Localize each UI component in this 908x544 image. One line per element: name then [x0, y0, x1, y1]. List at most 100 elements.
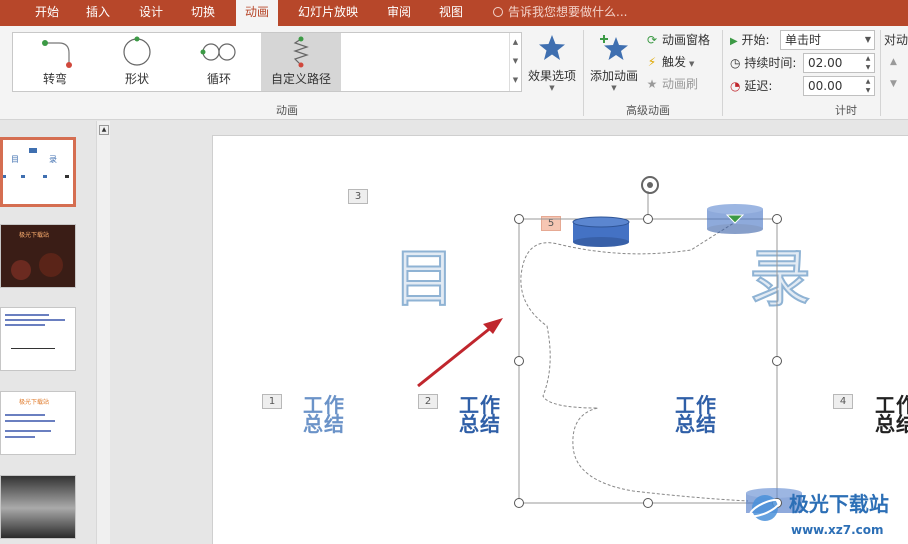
- rotate-handle-icon: [641, 176, 659, 194]
- resize-handle[interactable]: [514, 356, 524, 366]
- animation-painter-button[interactable]: ★ 动画刷: [644, 74, 698, 94]
- group-label-animation: 动画: [276, 104, 298, 117]
- slide-canvas[interactable]: 3 5 1 2 4 目 录 工作 总结 工作 总结 工作 总结 工作 总结: [212, 135, 908, 544]
- effect-options-label: 效果选项: [527, 69, 576, 83]
- duration-row: ◷ 持续时间:: [730, 52, 796, 74]
- resize-handle[interactable]: [643, 498, 653, 508]
- gallery-label: 循环: [206, 72, 231, 86]
- tab-slideshow[interactable]: 幻灯片放映: [289, 0, 367, 26]
- slide-thumbnail-5[interactable]: [0, 475, 76, 539]
- delay-value: 00.00: [808, 79, 843, 93]
- group-separator: [722, 30, 723, 116]
- start-label: 开始:: [741, 33, 770, 47]
- scroll-down-icon[interactable]: ▼: [510, 52, 521, 71]
- custom-path-icon: [293, 36, 309, 68]
- spin-arrows-icon[interactable]: ▲ ▼: [863, 77, 873, 95]
- resize-handle[interactable]: [514, 214, 524, 224]
- gallery-label: 形状: [124, 72, 149, 86]
- duration-value: 02.00: [808, 56, 843, 70]
- reorder-label: 对动: [884, 33, 908, 47]
- watermark-logo-icon: [749, 494, 781, 521]
- tab-transitions[interactable]: 切换: [182, 0, 224, 26]
- lightning-icon: ⚡: [647, 55, 657, 69]
- thumbnail-scrollbar[interactable]: ▲: [96, 121, 110, 544]
- group-label-advanced: 高级动画: [626, 104, 670, 117]
- group-label-timing: 计时: [835, 104, 857, 117]
- duration-stepper[interactable]: 02.00 ▲ ▼: [803, 53, 875, 73]
- thumbnail-preview: [5, 314, 65, 349]
- thumbnail-preview: 极光下载站: [1, 225, 75, 287]
- move-later-icon[interactable]: ▼: [890, 74, 897, 94]
- star-icon: [539, 35, 565, 60]
- svg-text:极光下载站: 极光下载站: [19, 398, 49, 406]
- tab-review[interactable]: 审阅: [378, 0, 420, 26]
- cylinder-start-icon: [572, 216, 630, 247]
- dropdown-arrow-icon: ▼: [549, 84, 555, 92]
- start-row: ▶ 开始:: [730, 29, 770, 51]
- spin-arrows-icon[interactable]: ▲ ▼: [863, 54, 873, 72]
- gallery-item-shape[interactable]: 形状: [97, 33, 177, 91]
- group-separator: [583, 30, 584, 116]
- slide-thumbnail-4[interactable]: 极光下载站: [0, 391, 76, 455]
- gallery-scrollbar[interactable]: ▲ ▼ ▼: [509, 33, 521, 91]
- more-icon[interactable]: ▼: [510, 71, 521, 90]
- animation-pane-button[interactable]: ⟳ 动画窗格: [644, 30, 710, 50]
- motion-path: [520, 220, 749, 502]
- dropdown-arrow-icon: ▼: [689, 60, 695, 68]
- effect-options-button[interactable]: 效果选项 ▼: [526, 30, 578, 92]
- resize-handle[interactable]: [643, 214, 653, 224]
- tab-home[interactable]: 开始: [26, 0, 68, 26]
- scroll-up-icon[interactable]: ▲: [99, 125, 109, 135]
- selection-box: [518, 218, 778, 504]
- ribbon: 转弯 形状 循环 自定义路径 ▲ ▼ ▼ 效果选项 ▼ 动画 添加动画 ▼ ⟳ …: [0, 26, 908, 120]
- delay-clock-icon: ◔: [730, 79, 741, 93]
- add-star-icon: [600, 35, 628, 60]
- painter-star-icon: ★: [646, 77, 658, 91]
- delay-stepper[interactable]: 00.00 ▲ ▼: [803, 76, 875, 96]
- animation-pane-icon: ⟳: [646, 33, 658, 47]
- group-separator: [880, 30, 881, 116]
- path-loop-icon: [200, 43, 236, 61]
- add-animation-label: 添加动画: [589, 69, 638, 83]
- slide-thumbnail-panel: 目 录 极光下载站 极光下载站: [0, 121, 96, 544]
- slide-thumbnail-1[interactable]: 目 录: [0, 137, 76, 207]
- slide-thumbnail-3[interactable]: [0, 307, 76, 371]
- path-shape-circle-icon: [123, 36, 151, 66]
- ribbon-tab-bar: 开始 插入 设计 切换 动画 幻灯片放映 审阅 视图 告诉我您想要做什么...: [0, 0, 908, 27]
- resize-handle[interactable]: [772, 356, 782, 366]
- duration-label: 持续时间:: [744, 56, 797, 70]
- tab-animations[interactable]: 动画: [236, 0, 279, 27]
- thumbnail-preview: 极光下载站: [5, 398, 55, 438]
- animation-pane-label: 动画窗格: [662, 33, 711, 47]
- tab-insert[interactable]: 插入: [77, 0, 119, 26]
- svg-text:录: 录: [49, 155, 57, 164]
- trigger-button[interactable]: ⚡ 触发 ▼: [644, 52, 695, 72]
- tell-me-box[interactable]: 告诉我您想要做什么...: [493, 0, 627, 26]
- thumbnail-preview: [1, 476, 75, 538]
- gallery-item-loop[interactable]: 循环: [179, 33, 259, 91]
- path-turn-icon: [42, 40, 72, 68]
- delay-label: 延迟:: [744, 79, 773, 93]
- add-animation-button[interactable]: 添加动画 ▼: [588, 30, 640, 92]
- lightbulb-icon: [493, 7, 503, 17]
- slide-thumbnail-2[interactable]: 极光下载站: [0, 224, 76, 288]
- start-dropdown[interactable]: 单击时 ▼: [780, 30, 875, 50]
- tell-me-text: 告诉我您想要做什么...: [508, 5, 628, 19]
- scroll-up-icon[interactable]: ▲: [510, 33, 521, 52]
- gallery-label: 转弯: [42, 72, 67, 86]
- dropdown-arrow-icon: ▼: [611, 84, 617, 92]
- tab-view[interactable]: 视图: [430, 0, 472, 26]
- animation-gallery: 转弯 形状 循环 自定义路径 ▲ ▼ ▼: [12, 32, 522, 92]
- dropdown-arrow-icon: ▼: [864, 35, 871, 44]
- resize-handle[interactable]: [514, 498, 524, 508]
- clock-icon: ◷: [730, 56, 741, 70]
- watermark: 极光下载站 www.xz7.com: [745, 488, 889, 537]
- delay-row: ◔ 延迟:: [730, 75, 772, 97]
- tab-design[interactable]: 设计: [130, 0, 172, 26]
- gallery-item-custom-path[interactable]: 自定义路径: [261, 33, 341, 91]
- svg-text:极光下载站: 极光下载站: [19, 231, 49, 239]
- slide-graphics: [417, 176, 802, 513]
- gallery-item-turn[interactable]: 转弯: [15, 33, 95, 91]
- move-earlier-icon[interactable]: ▲: [890, 52, 897, 72]
- resize-handle[interactable]: [772, 214, 782, 224]
